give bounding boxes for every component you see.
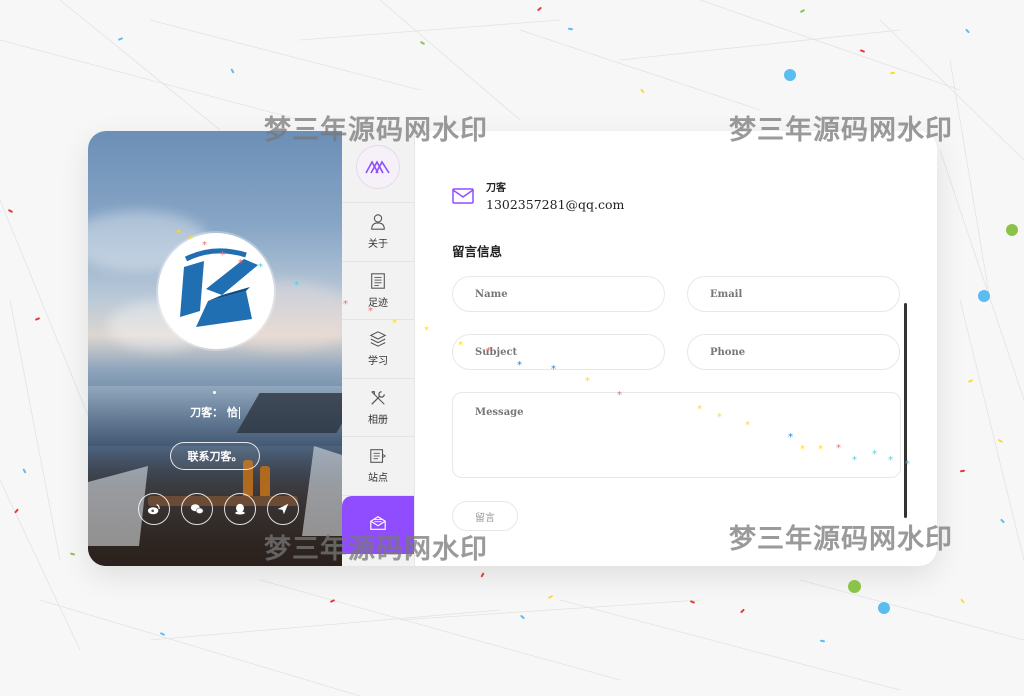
side-nav: 关于 足迹 学习 相册 站点	[342, 131, 415, 566]
nav-item-label: 学习	[368, 356, 388, 368]
sparkle-decor: *	[800, 444, 805, 455]
nav-item-label: 站点	[368, 473, 388, 485]
message-textarea[interactable]: Message	[452, 392, 901, 478]
sparkle-decor: *	[486, 346, 491, 357]
sparkle-decor: *	[697, 404, 702, 415]
typing-text-content: 刀客： 恰	[190, 406, 238, 419]
nav-logo-circle	[356, 144, 400, 189]
sparkle-decor: *	[517, 360, 522, 371]
phone-input[interactable]: Phone	[687, 334, 900, 370]
nav-item-sites[interactable]: 站点	[342, 437, 414, 496]
sparkle-decor: *	[852, 455, 857, 466]
sparkle-decor: *	[888, 455, 893, 466]
sparkle-decor: *	[368, 306, 373, 317]
email-input[interactable]: Email	[687, 276, 900, 312]
profile-panel: 刀客： 恰 联系刀客。	[88, 131, 342, 566]
sparkle-decor: *	[905, 459, 910, 470]
mail-open-icon	[370, 515, 386, 530]
contact-name: 刀客	[486, 183, 506, 194]
sparkle-decor: *	[202, 240, 207, 251]
layers-icon	[369, 331, 387, 348]
scrollbar[interactable]	[904, 303, 907, 518]
document-icon	[371, 273, 385, 289]
sites-icon	[370, 449, 387, 464]
sparkle-decor: *	[258, 262, 263, 273]
nav-item-about[interactable]: 关于	[342, 203, 414, 262]
sparkle-decor: *	[176, 228, 181, 239]
sparkle-decor: *	[343, 299, 348, 310]
decor-bubble	[848, 580, 861, 593]
tools-icon	[371, 390, 385, 405]
social-links	[138, 493, 299, 525]
send-icon[interactable]	[267, 493, 299, 525]
contact-button[interactable]: 联系刀客。	[170, 442, 260, 470]
sparkle-decor: *	[392, 318, 397, 329]
decor-bubble	[878, 602, 890, 614]
contact-email[interactable]: 1302357281@qq.com	[486, 197, 624, 212]
main-card: 刀客： 恰 联系刀客。 关于 足迹 学习 相册 站点 刀客 1302357281…	[88, 131, 937, 566]
sparkle-decor: *	[551, 364, 556, 375]
weibo-icon[interactable]	[138, 493, 170, 525]
decor-bubble	[784, 69, 796, 81]
nav-item-footprint[interactable]: 足迹	[342, 262, 414, 320]
sparkle-decor: *	[717, 412, 722, 423]
submit-button[interactable]: 留言	[452, 501, 518, 531]
subject-input[interactable]: Subject	[452, 334, 665, 370]
sparkle-decor: *	[585, 376, 590, 387]
nav-item-album[interactable]: 相册	[342, 379, 414, 437]
sparkle-decor: *	[424, 325, 429, 336]
user-icon	[371, 214, 385, 230]
section-title: 留言信息	[452, 244, 503, 259]
mountain-logo-icon	[365, 159, 390, 173]
sparkle-decor: *	[617, 390, 622, 401]
typing-text: 刀客： 恰	[88, 404, 342, 420]
contact-text: 刀客 1302357281@qq.com	[486, 179, 624, 212]
decor-bubble	[978, 290, 990, 302]
sparkle-decor: *	[745, 420, 750, 431]
sparkle-decor: *	[836, 443, 841, 454]
typing-caret	[238, 407, 240, 419]
bottle-decor	[260, 466, 270, 496]
sparkle-decor: *	[872, 449, 877, 460]
sparkle-decor: *	[188, 234, 193, 245]
sparkle-decor: *	[294, 280, 299, 291]
sparkle-decor: *	[220, 250, 225, 261]
nav-item-contact[interactable]	[342, 495, 414, 554]
nav-item-study[interactable]: 学习	[342, 320, 414, 379]
contact-info: 刀客 1302357281@qq.com	[452, 179, 624, 212]
avatar[interactable]	[158, 233, 274, 349]
contact-content: 刀客 1302357281@qq.com 留言信息 Name Email Sub…	[415, 131, 937, 566]
status-dot	[213, 391, 216, 394]
nav-item-label: 相册	[368, 414, 388, 426]
name-input[interactable]: Name	[452, 276, 665, 312]
decor-bubble	[1006, 224, 1018, 236]
qq-icon[interactable]	[224, 493, 256, 525]
nav-item-label: 关于	[368, 239, 388, 251]
sparkle-decor: *	[238, 258, 243, 269]
k-logo-icon	[180, 248, 258, 327]
sparkle-decor: *	[788, 432, 793, 443]
sparkle-decor: *	[458, 340, 463, 351]
wechat-icon[interactable]	[181, 493, 213, 525]
nav-logo[interactable]	[342, 131, 414, 203]
mail-icon	[452, 187, 474, 205]
sparkle-decor: *	[818, 444, 823, 455]
